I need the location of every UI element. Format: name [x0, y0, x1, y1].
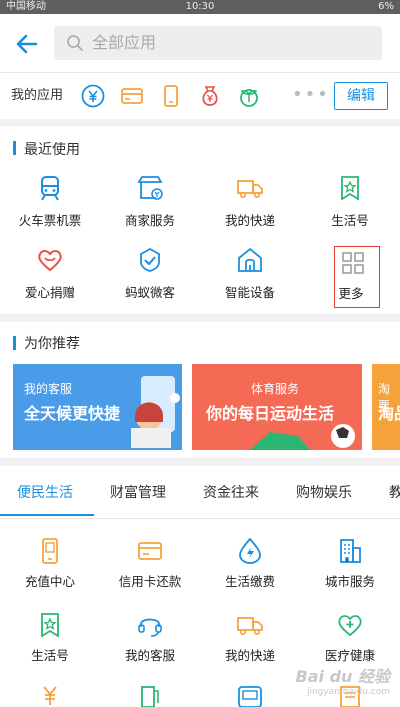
service-item-express[interactable]: 我的快递 [200, 609, 300, 669]
active-tab-indicator [0, 514, 94, 516]
service-label: 生活号 [31, 648, 69, 663]
watermark: Bai du 经验 jingyan.baidu.com [296, 663, 390, 697]
status-bar: 中国移动 10:30 6% [0, 0, 400, 14]
edit-button[interactable]: 编辑 [334, 82, 388, 110]
banner-small-text: 体育服务 [251, 382, 300, 396]
recent-item-donation[interactable]: 爱心捐赠 [0, 242, 100, 302]
recent-item-smartdevice[interactable]: 智能设备 [200, 242, 300, 302]
service-item-cityservice[interactable]: 城市服务 [300, 535, 400, 595]
search-input[interactable]: 全部应用 [54, 26, 382, 60]
service-item-recharge[interactable]: 充值中心 [0, 535, 100, 595]
star-bookmark-icon [341, 176, 359, 201]
recent-label: 火车票机票 [18, 213, 82, 228]
service-label: 充值中心 [24, 574, 75, 589]
phone-icon[interactable] [158, 83, 184, 109]
recommend-title: 为你推荐 [24, 336, 80, 352]
recent-label: 更多 [338, 286, 364, 301]
money-bag-icon[interactable] [197, 83, 223, 109]
recent-item-more[interactable]: 更多 [334, 246, 380, 308]
tab-education[interactable]: 教 [389, 466, 400, 520]
recent-label: 生活号 [331, 213, 369, 228]
recent-item-train[interactable]: 火车票机票 [0, 170, 100, 230]
tab-convenience[interactable]: 便民生活 [17, 466, 73, 520]
card-icon[interactable] [119, 83, 145, 109]
banner-sports[interactable]: 体育服务 你的每日运动生活 [192, 364, 362, 450]
yuan-circle-icon[interactable] [80, 83, 106, 109]
recent-item-shop[interactable]: 商家服务 [100, 170, 200, 230]
service-label: 医疗健康 [324, 648, 375, 663]
recent-label: 智能设备 [224, 285, 275, 300]
sports-illustration [250, 424, 355, 450]
service-item-customerservice[interactable]: 我的客服 [100, 609, 200, 669]
lightning-icon [239, 537, 261, 564]
star-bookmark-icon [41, 613, 59, 638]
building-icon [340, 539, 361, 563]
watermark-brand: Bai du 经验 [295, 667, 390, 686]
section-marker [13, 336, 16, 350]
tab-shopping[interactable]: 购物娱乐 [296, 466, 352, 520]
search-placeholder: 全部应用 [92, 33, 157, 52]
tab-funds[interactable]: 资金往来 [203, 466, 259, 520]
banner-customer-service[interactable]: 我的客服 全天候更快捷 [13, 364, 182, 450]
service-item-health[interactable]: 医疗健康 [300, 609, 400, 669]
category-tabs: 便民生活 财富管理 资金往来 购物娱乐 教 [0, 466, 400, 519]
service-label: 生活缴费 [224, 574, 275, 589]
recent-item-antmicro[interactable]: 蚂蚁微客 [100, 242, 200, 302]
service-label: 我的快递 [224, 648, 275, 663]
battery-label: 6% [378, 1, 394, 12]
shield-check-icon [140, 247, 160, 272]
truck-icon [237, 617, 263, 635]
service-item-lifeaccount[interactable]: 生活号 [0, 609, 100, 669]
back-arrow-icon[interactable] [14, 31, 40, 57]
shop-icon [137, 176, 163, 200]
my-apps-label: 我的应用 [11, 88, 64, 103]
headset-icon [138, 618, 162, 637]
recent-label: 蚂蚁微客 [124, 285, 175, 300]
banner-tickets[interactable]: 淘票 淘品 [372, 364, 400, 450]
tab-wealth[interactable]: 财富管理 [110, 466, 166, 520]
watermark-url: jingyan.baidu.com [306, 687, 390, 697]
home-signal-icon [238, 247, 262, 272]
service-label: 我的客服 [124, 648, 175, 663]
section-marker [13, 141, 16, 155]
service-label: 城市服务 [324, 574, 375, 589]
truck-icon [237, 180, 263, 198]
search-icon [67, 35, 83, 51]
medical-heart-icon [338, 615, 362, 637]
sprout-icon[interactable] [236, 83, 262, 109]
bus-card-icon[interactable] [236, 685, 264, 707]
recent-section: 最近使用 火车票机票 商家服务 我的快递 生活号 爱心捐赠 蚂蚁微客 智能设备 … [0, 126, 400, 314]
recent-label: 我的快递 [224, 213, 275, 228]
phone-charge-icon [42, 538, 58, 564]
recent-title: 最近使用 [24, 142, 80, 158]
heart-icon [38, 250, 62, 272]
banner-small-text: 我的客服 [24, 382, 73, 396]
credit-card-icon [138, 542, 162, 560]
recent-item-express[interactable]: 我的快递 [200, 170, 300, 230]
banner-big-text: 全天候更快捷 [24, 404, 121, 423]
service-item-utilities[interactable]: 生活缴费 [200, 535, 300, 595]
my-apps-bar: 我的应用 ••• 编辑 [0, 72, 400, 119]
train-icon [41, 176, 59, 201]
recent-item-lifeaccount[interactable]: 生活号 [300, 170, 400, 230]
banner-big-text: 淘品 [378, 404, 400, 423]
customer-service-illustration [131, 376, 180, 448]
service-item-creditcard[interactable]: 信用卡还款 [100, 535, 200, 595]
recent-label: 爱心捐赠 [24, 285, 75, 300]
more-apps-dots[interactable]: ••• [292, 73, 330, 117]
recent-label: 商家服务 [124, 213, 175, 228]
service-label: 信用卡还款 [118, 574, 182, 589]
status-time: 10:30 [185, 1, 215, 12]
app-header: 全部应用 [0, 14, 400, 72]
yuan-receipt-icon[interactable] [36, 685, 64, 707]
grid-icon [342, 252, 364, 274]
fuel-icon[interactable] [136, 685, 164, 707]
